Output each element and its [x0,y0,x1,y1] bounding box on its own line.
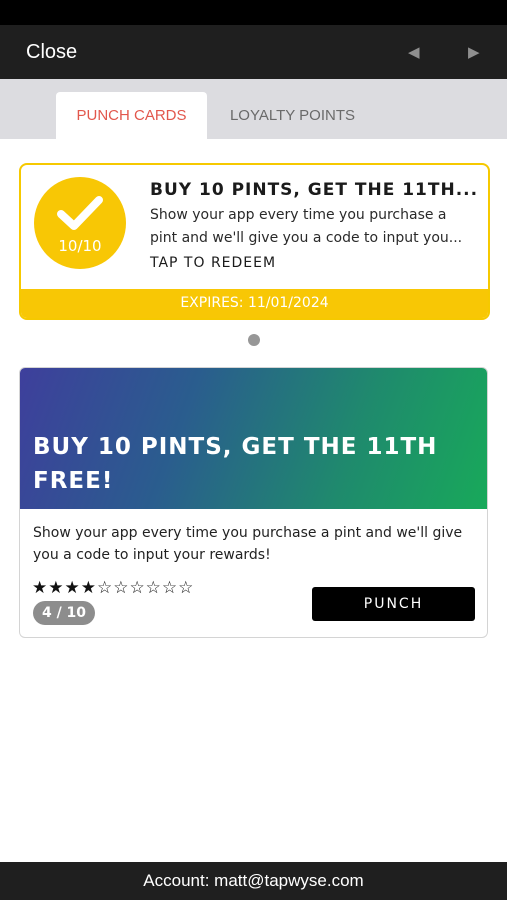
punch-card-banner: BUY 10 PINTS, GET THE 11TH FREE! [20,368,487,509]
tab-bar: PUNCH CARDS LOYALTY POINTS [0,79,507,139]
next-arrow-icon[interactable]: ▶ [468,43,480,61]
punch-card-title: BUY 10 PINTS, GET THE 11TH FREE! [33,434,438,494]
reward-description: Show your app every time you purchase a … [150,204,480,250]
reward-description-line-1: Show your app every time you purchase a [150,207,447,223]
punch-card: BUY 10 PINTS, GET THE 11TH FREE! Show yo… [19,367,488,638]
completed-badge: 10/10 [34,177,126,269]
top-nav-bar: Close ◀ ▶ [0,25,507,79]
reward-card[interactable]: 10/10 BUY 10 PINTS, GET THE 11TH... Show… [19,163,490,320]
expiry-bar: EXPIRES: 11/01/2024 [21,289,488,318]
account-footer: Account: matt@tapwyse.com [0,862,507,900]
tab-punch-cards[interactable]: PUNCH CARDS [56,92,207,139]
badge-count: 10/10 [58,237,102,255]
reward-title: BUY 10 PINTS, GET THE 11TH... [150,180,479,200]
punch-count-badge: 4 / 10 [33,601,95,625]
punch-progress-stars: ★★★★☆☆☆☆☆☆ [32,578,195,598]
close-button[interactable]: Close [26,41,77,64]
checkmark-icon [57,196,103,230]
tap-to-redeem-link[interactable]: TAP TO REDEEM [150,255,276,271]
punch-card-description: Show your app every time you purchase a … [33,525,463,563]
previous-arrow-icon[interactable]: ◀ [408,43,420,61]
status-bar [0,0,507,25]
page-indicator-dot [248,334,260,346]
reward-description-line-2: pint and we'll give you a code to input … [150,230,463,246]
tab-loyalty-points[interactable]: LOYALTY POINTS [215,92,370,139]
punch-button[interactable]: PUNCH [312,587,475,621]
